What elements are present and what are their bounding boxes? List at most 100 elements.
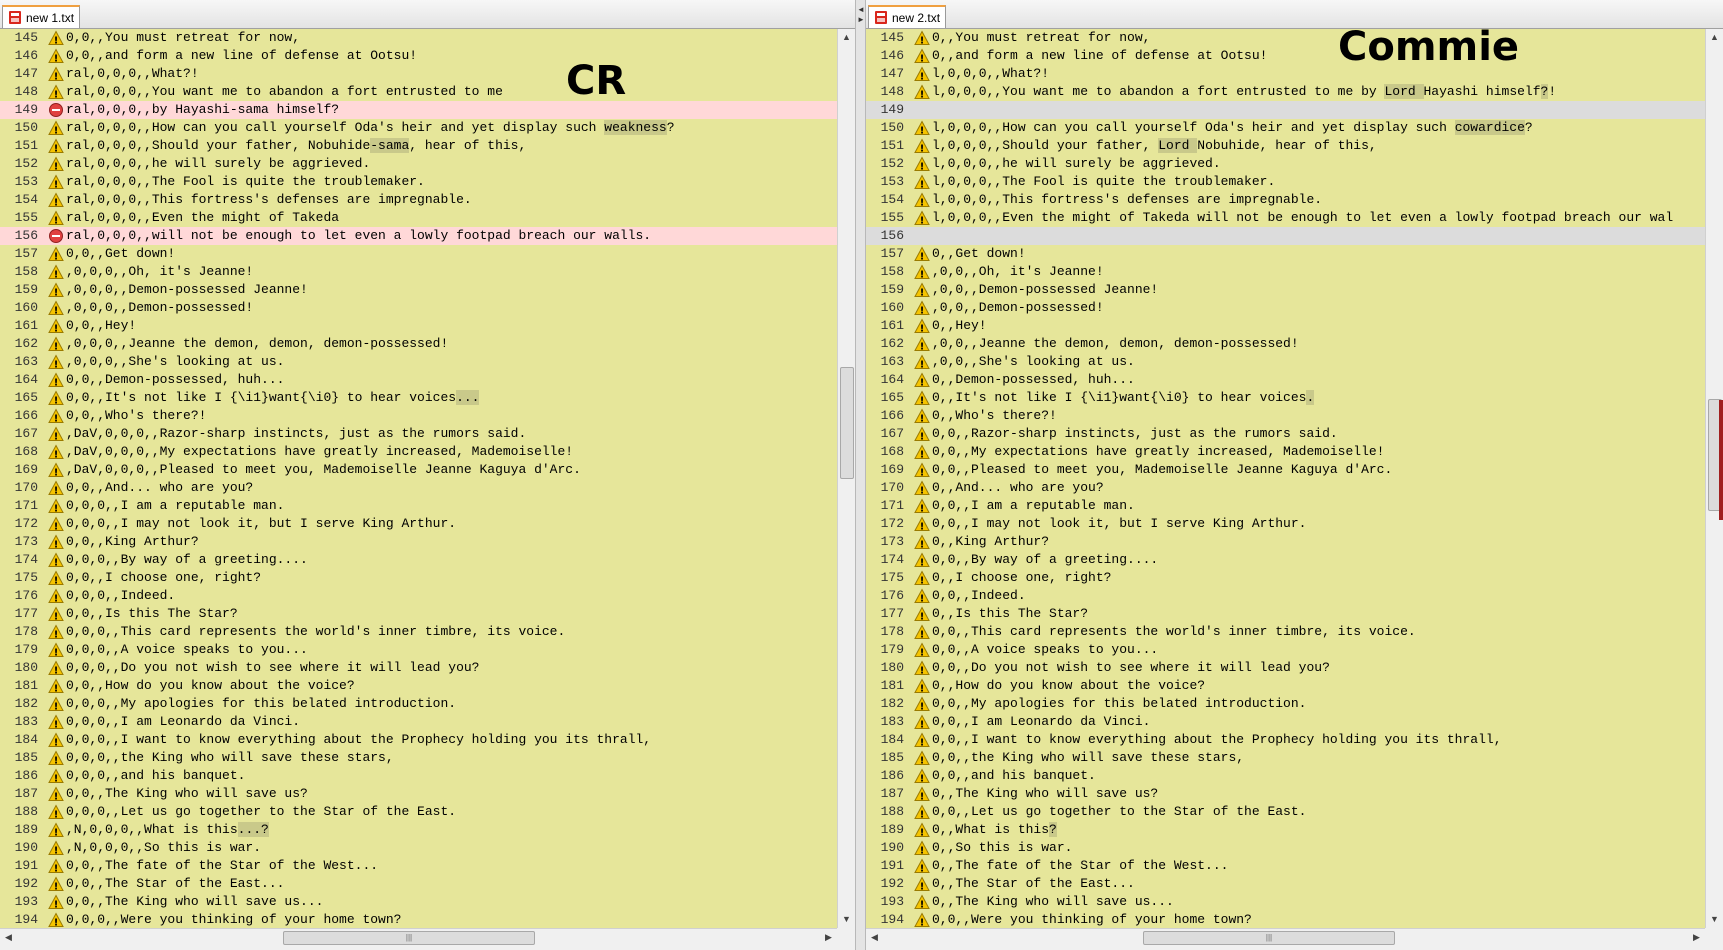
code-line[interactable]: 173! 0,,King Arthur? bbox=[866, 533, 1705, 551]
code-line[interactable]: 192! 0,,The Star of the East... bbox=[866, 875, 1705, 893]
scroll-thumb[interactable]: ||| bbox=[1143, 931, 1395, 945]
code-line[interactable]: 193! 0,,The King who will save us... bbox=[866, 893, 1705, 911]
vertical-scrollbar[interactable]: ▲ ▼ bbox=[837, 29, 855, 928]
code-line[interactable]: 146! 0,0,,and form a new line of defense … bbox=[0, 47, 837, 65]
code-line[interactable]: 172! 0,0,,I may not look it, but I serve … bbox=[866, 515, 1705, 533]
editor-left[interactable]: 145! 0,0,,You must retreat for now, 146! 0,… bbox=[0, 29, 837, 928]
code-line[interactable]: 168! ,DaV,0,0,0,,My expectations have gre… bbox=[0, 443, 837, 461]
code-line[interactable]: 161! 0,0,,Hey! bbox=[0, 317, 837, 335]
code-line[interactable]: 153! l,0,0,0,,The Fool is quite the troub… bbox=[866, 173, 1705, 191]
code-line[interactable]: 175! 0,0,,I choose one, right? bbox=[0, 569, 837, 587]
code-line[interactable]: 171! 0,0,,I am a reputable man. bbox=[866, 497, 1705, 515]
code-line[interactable]: 175! 0,,I choose one, right? bbox=[866, 569, 1705, 587]
code-line[interactable]: 183! 0,0,,I am Leonardo da Vinci. bbox=[866, 713, 1705, 731]
code-line[interactable]: 180! 0,0,0,,Do you not wish to see where … bbox=[0, 659, 837, 677]
code-line[interactable]: 170! 0,,And... who are you? bbox=[866, 479, 1705, 497]
code-line[interactable]: 145! 0,,You must retreat for now, bbox=[866, 29, 1705, 47]
code-line[interactable]: 162! ,0,0,,Jeanne the demon, demon, demon… bbox=[866, 335, 1705, 353]
code-line[interactable]: 181! 0,,How do you know about the voice? bbox=[866, 677, 1705, 695]
code-line[interactable]: 188! 0,0,0,,Let us go together to the Sta… bbox=[0, 803, 837, 821]
code-line[interactable]: 155! l,0,0,0,,Even the might of Takeda wi… bbox=[866, 209, 1705, 227]
code-line[interactable]: 189! 0,,What is this? bbox=[866, 821, 1705, 839]
code-line[interactable]: 190! 0,,So this is war. bbox=[866, 839, 1705, 857]
code-line[interactable]: 182! 0,0,,My apologies for this belated i… bbox=[866, 695, 1705, 713]
code-line[interactable]: 156 ral,0,0,0,,will not be enough to let … bbox=[0, 227, 837, 245]
code-line[interactable]: 181! 0,0,,How do you know about the voice… bbox=[0, 677, 837, 695]
code-line[interactable]: 152! ral,0,0,0,,he will surely be aggriev… bbox=[0, 155, 837, 173]
code-line[interactable]: 182! 0,0,0,,My apologies for this belated… bbox=[0, 695, 837, 713]
editor-right[interactable]: 145! 0,,You must retreat for now, 146! 0,,a… bbox=[866, 29, 1705, 928]
tab-new-2[interactable]: new 2.txt bbox=[868, 5, 946, 28]
code-line[interactable]: 151! ral,0,0,0,,Should your father, Nobuh… bbox=[0, 137, 837, 155]
code-line[interactable]: 163! ,0,0,0,,She's looking at us. bbox=[0, 353, 837, 371]
code-line[interactable]: 156 bbox=[866, 227, 1705, 245]
scroll-down-arrow-icon[interactable]: ▼ bbox=[838, 911, 855, 928]
scroll-right-arrow-icon[interactable]: ▶ bbox=[820, 929, 837, 946]
tab-new-1[interactable]: new 1.txt bbox=[2, 5, 80, 28]
code-line[interactable]: 157! 0,,Get down! bbox=[866, 245, 1705, 263]
code-line[interactable]: 147! l,0,0,0,,What?! bbox=[866, 65, 1705, 83]
code-line[interactable]: 179! 0,0,,A voice speaks to you... bbox=[866, 641, 1705, 659]
code-line[interactable]: 184! 0,0,0,,I want to know everything abo… bbox=[0, 731, 837, 749]
code-line[interactable]: 179! 0,0,0,,A voice speaks to you... bbox=[0, 641, 837, 659]
code-line[interactable]: 178! 0,0,0,,This card represents the worl… bbox=[0, 623, 837, 641]
code-line[interactable]: 190! ,N,0,0,0,,So this is war. bbox=[0, 839, 837, 857]
code-line[interactable]: 185! 0,0,0,,the King who will save these … bbox=[0, 749, 837, 767]
scroll-thumb[interactable]: ||| bbox=[283, 931, 535, 945]
code-line[interactable]: 152! l,0,0,0,,he will surely be aggrieved… bbox=[866, 155, 1705, 173]
code-line[interactable]: 155! ral,0,0,0,,Even the might of Takeda bbox=[0, 209, 837, 227]
code-line[interactable]: 148! ral,0,0,0,,You want me to abandon a … bbox=[0, 83, 837, 101]
code-line[interactable]: 169! ,DaV,0,0,0,,Pleased to meet you, Mad… bbox=[0, 461, 837, 479]
code-line[interactable]: 178! 0,0,,This card represents the world'… bbox=[866, 623, 1705, 641]
code-line[interactable]: 166! 0,,Who's there?! bbox=[866, 407, 1705, 425]
code-line[interactable]: 177! 0,0,,Is this The Star? bbox=[0, 605, 837, 623]
pane-splitter[interactable]: ◄ ► bbox=[855, 0, 866, 950]
code-line[interactable]: 193! 0,0,,The King who will save us... bbox=[0, 893, 837, 911]
horizontal-scrollbar[interactable]: ◀ ||| ▶ bbox=[0, 928, 837, 946]
code-line[interactable]: 154! l,0,0,0,,This fortress's defenses ar… bbox=[866, 191, 1705, 209]
code-line[interactable]: 188! 0,0,,Let us go together to the Star … bbox=[866, 803, 1705, 821]
scroll-up-arrow-icon[interactable]: ▲ bbox=[838, 29, 855, 46]
code-line[interactable]: 149 ral,0,0,0,,by Hayashi-sama himself? bbox=[0, 101, 837, 119]
code-line[interactable]: 194! 0,0,,Were you thinking of your home … bbox=[866, 911, 1705, 928]
code-line[interactable]: 187! 0,0,,The King who will save us? bbox=[0, 785, 837, 803]
scroll-thumb[interactable] bbox=[840, 367, 854, 479]
code-line[interactable]: 168! 0,0,,My expectations have greatly in… bbox=[866, 443, 1705, 461]
code-line[interactable]: 149 bbox=[866, 101, 1705, 119]
code-line[interactable]: 192! 0,0,,The Star of the East... bbox=[0, 875, 837, 893]
horizontal-scrollbar[interactable]: ◀ ||| ▶ bbox=[866, 928, 1705, 946]
code-line[interactable]: 150! ral,0,0,0,,How can you call yourself… bbox=[0, 119, 837, 137]
code-line[interactable]: 158! ,0,0,,Oh, it's Jeanne! bbox=[866, 263, 1705, 281]
code-line[interactable]: 157! 0,0,,Get down! bbox=[0, 245, 837, 263]
code-line[interactable]: 146! 0,,and form a new line of defense at… bbox=[866, 47, 1705, 65]
code-line[interactable]: 151! l,0,0,0,,Should your father, Lord No… bbox=[866, 137, 1705, 155]
code-line[interactable]: 162! ,0,0,0,,Jeanne the demon, demon, dem… bbox=[0, 335, 837, 353]
code-line[interactable]: 167! ,DaV,0,0,0,,Razor-sharp instincts, j… bbox=[0, 425, 837, 443]
code-line[interactable]: 169! 0,0,,Pleased to meet you, Mademoisel… bbox=[866, 461, 1705, 479]
code-line[interactable]: 163! ,0,0,,She's looking at us. bbox=[866, 353, 1705, 371]
code-line[interactable]: 160! ,0,0,,Demon-possessed! bbox=[866, 299, 1705, 317]
code-line[interactable]: 174! 0,0,,By way of a greeting.... bbox=[866, 551, 1705, 569]
code-line[interactable]: 176! 0,0,,Indeed. bbox=[866, 587, 1705, 605]
code-line[interactable]: 189! ,N,0,0,0,,What is this...? bbox=[0, 821, 837, 839]
code-line[interactable]: 150! l,0,0,0,,How can you call yourself O… bbox=[866, 119, 1705, 137]
scroll-right-arrow-icon[interactable]: ▶ bbox=[1688, 929, 1705, 946]
code-line[interactable]: 154! ral,0,0,0,,This fortress's defenses … bbox=[0, 191, 837, 209]
code-line[interactable]: 191! 0,,The fate of the Star of the West.… bbox=[866, 857, 1705, 875]
code-line[interactable]: 185! 0,0,,the King who will save these st… bbox=[866, 749, 1705, 767]
code-line[interactable]: 153! ral,0,0,0,,The Fool is quite the tro… bbox=[0, 173, 837, 191]
code-line[interactable]: 191! 0,0,,The fate of the Star of the Wes… bbox=[0, 857, 837, 875]
code-line[interactable]: 171! 0,0,0,,I am a reputable man. bbox=[0, 497, 837, 515]
code-line[interactable]: 164! 0,,Demon-possessed, huh... bbox=[866, 371, 1705, 389]
code-line[interactable]: 164! 0,0,,Demon-possessed, huh... bbox=[0, 371, 837, 389]
code-line[interactable]: 180! 0,0,,Do you not wish to see where it… bbox=[866, 659, 1705, 677]
code-line[interactable]: 166! 0,0,,Who's there?! bbox=[0, 407, 837, 425]
code-line[interactable]: 159! ,0,0,,Demon-possessed Jeanne! bbox=[866, 281, 1705, 299]
code-line[interactable]: 159! ,0,0,0,,Demon-possessed Jeanne! bbox=[0, 281, 837, 299]
code-line[interactable]: 165! 0,0,,It's not like I {\i1}want{\i0} … bbox=[0, 389, 837, 407]
scroll-left-arrow-icon[interactable]: ◀ bbox=[866, 929, 883, 946]
code-line[interactable]: 148! l,0,0,0,,You want me to abandon a fo… bbox=[866, 83, 1705, 101]
code-line[interactable]: 186! 0,0,0,,and his banquet. bbox=[0, 767, 837, 785]
splitter-arrow-icon[interactable]: ► bbox=[857, 16, 865, 24]
code-line[interactable]: 161! 0,,Hey! bbox=[866, 317, 1705, 335]
